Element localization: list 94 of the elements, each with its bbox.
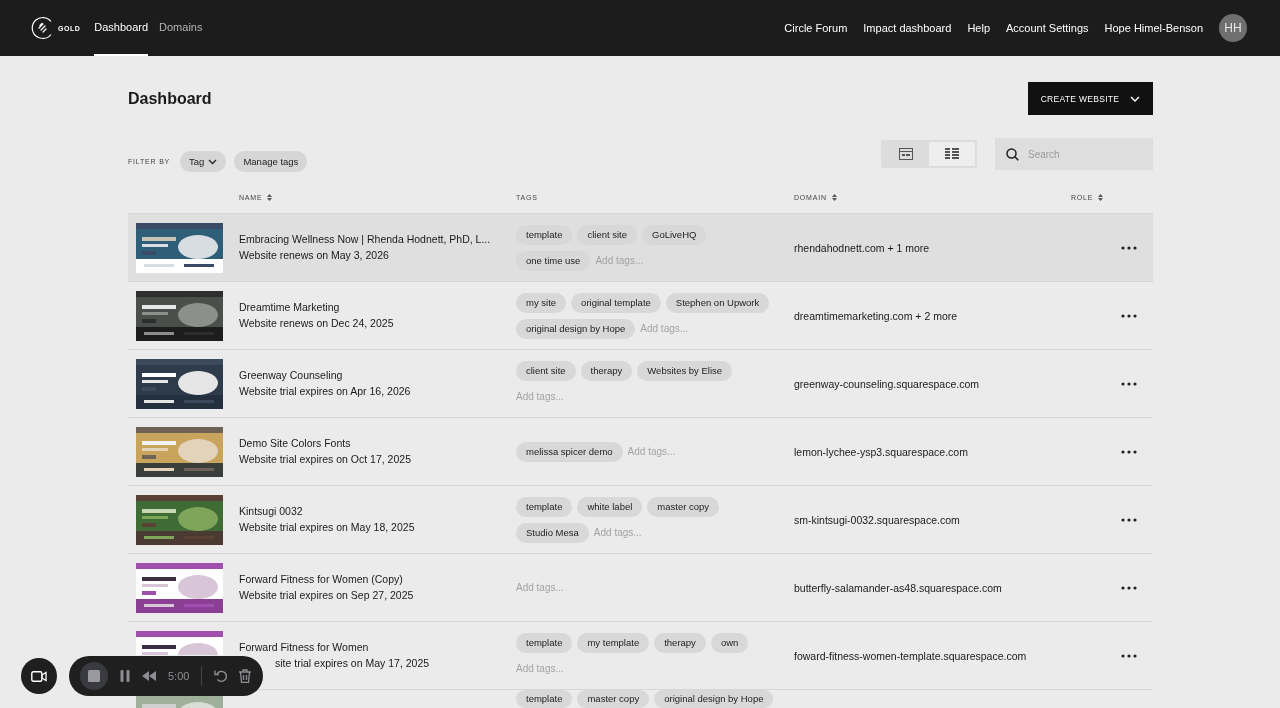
tag-chip[interactable]: template <box>516 690 573 708</box>
tag-chip[interactable]: my template <box>577 632 650 653</box>
more-icon[interactable] <box>1121 449 1137 454</box>
tag-chip[interactable]: original design by Hope <box>654 690 774 708</box>
site-name[interactable]: Demo Site Colors Fonts <box>239 435 516 451</box>
avatar[interactable]: HH <box>1219 14 1247 42</box>
add-tags-field[interactable]: Add tags... <box>640 318 697 339</box>
table-row[interactable]: Demo Site Colors Fonts Website trial expires on Oct 17, 2025 melissa spicer demo Add tags... lemon-lychee-ysp3.squarespace.com <box>128 418 1153 486</box>
site-name[interactable]: Dreamtime Marketing <box>239 299 516 315</box>
add-tags-field[interactable]: Add tags... <box>627 441 684 462</box>
site-name[interactable]: Embracing Wellness Now | Rhenda Hodnett, PhD, L... <box>239 231 516 247</box>
trash-icon[interactable] <box>239 669 252 683</box>
tag-chip[interactable]: Websites by Elise <box>637 360 733 381</box>
user-name[interactable]: Hope Himel-Benson <box>1104 22 1203 34</box>
tag-chip[interactable]: Studio Mesa <box>516 522 589 543</box>
tag-chip[interactable]: my site <box>516 292 567 313</box>
site-name[interactable]: Forward Fitness for Women (Copy) <box>239 571 516 587</box>
tag-chip[interactable]: client site <box>577 224 638 245</box>
more-icon[interactable] <box>1121 585 1137 590</box>
table-row[interactable]: Greenway Counseling Website trial expires on Apr 16, 2026 client site therapy Websites by Elise Add tags... greenway-counseling.squarespace.com <box>128 350 1153 418</box>
list-layout-icon <box>945 148 959 160</box>
site-name[interactable]: Forward Fitness for Women <box>239 639 516 655</box>
site-name[interactable]: Greenway Counseling <box>239 367 516 383</box>
manage-tags-button[interactable]: Manage tags <box>234 151 308 172</box>
tag-dropdown[interactable]: Tag <box>180 151 227 172</box>
domain-text: lemon-lychee-ysp3.squarespace.com <box>794 445 968 458</box>
tag-chip[interactable]: original design by Hope <box>516 318 636 339</box>
add-tags-field[interactable]: Add tags... <box>516 386 572 407</box>
table-row[interactable]: Embracing Wellness Now | Rhenda Hodnett, PhD, L... Website renews on May 3, 2026 template client site GoLiveHQ one time use Add tags... rhendahodnett.com + 1 more <box>128 214 1153 282</box>
site-status: Website trial expires on Apr 16, 2026 <box>239 385 411 397</box>
more-icon[interactable] <box>1121 381 1137 386</box>
tag-chip[interactable]: white label <box>577 496 643 517</box>
pause-icon[interactable] <box>120 670 130 682</box>
create-website-button[interactable]: CREATE WEBSITE <box>1028 82 1153 115</box>
domain-text: greenway-counseling.squarespace.com <box>794 377 980 390</box>
video-camera-icon <box>31 670 47 682</box>
caret-icon <box>208 158 218 165</box>
tag-chip[interactable]: melissa spicer demo <box>516 441 623 462</box>
add-tags-field[interactable]: Add tags... <box>593 522 650 543</box>
tag-chip[interactable]: one time use <box>516 250 591 271</box>
domain-text: dreamtimemarketing.com + 2 more <box>794 309 958 322</box>
site-status: site trial expires on May 17, 2025 <box>274 657 430 669</box>
nav-link[interactable]: Impact dashboard <box>863 22 952 34</box>
nav-link[interactable]: Circle Forum <box>784 22 848 34</box>
tag-chip[interactable]: master copy <box>647 496 720 517</box>
add-tags-field[interactable]: Add tags... <box>595 250 652 271</box>
site-name[interactable]: Kintsugi 0032 <box>239 503 516 519</box>
site-status: Website trial expires on May 18, 2025 <box>239 521 415 533</box>
more-icon[interactable] <box>1121 245 1137 250</box>
tag-chip[interactable]: template <box>516 496 573 517</box>
site-status: Website renews on Dec 24, 2025 <box>239 317 394 329</box>
stop-icon <box>88 670 100 682</box>
more-icon[interactable] <box>1121 653 1137 658</box>
page-title: Dashboard <box>128 89 212 108</box>
nav-link[interactable]: Account Settings <box>1006 22 1089 34</box>
site-status: Website trial expires on Oct 17, 2025 <box>239 453 411 465</box>
tag-chip[interactable]: own <box>710 632 749 653</box>
domain-text: sm-kintsugi-0032.squarespace.com <box>794 513 960 526</box>
table-row[interactable]: Dreamtime Marketing Website renews on Dec 24, 2025 my site original template Stephen on Upwork original design by Hope Add tags... dreamtimemarketing.com + 2 more <box>128 282 1153 350</box>
stop-button[interactable] <box>80 662 108 690</box>
caret-icon <box>1130 95 1141 102</box>
more-icon[interactable] <box>1121 313 1137 318</box>
site-status: Website renews on May 3, 2026 <box>239 249 389 261</box>
table-row[interactable]: Forward Fitness for Women (Copy) Website trial expires on Sep 27, 2025 Add tags... butterfly-salamander-as48.squarespace.com <box>128 554 1153 622</box>
nav-tab[interactable]: Dashboard <box>94 0 149 56</box>
sort-icon[interactable] <box>831 194 837 201</box>
tag-chip[interactable]: GoLiveHQ <box>642 224 707 245</box>
add-tags-field[interactable]: Add tags... <box>516 658 572 679</box>
tag-chip[interactable]: template <box>516 632 573 653</box>
domain-text: rhendahodnett.com + 1 more <box>794 241 930 254</box>
sort-icon[interactable] <box>1098 194 1104 201</box>
nav-tab[interactable]: Domains <box>159 0 203 56</box>
nav-link[interactable]: Help <box>967 22 990 34</box>
timer-text: 5:00 <box>168 670 190 682</box>
tag-chip[interactable]: master copy <box>577 690 650 708</box>
camera-button[interactable] <box>21 658 57 694</box>
table-row[interactable]: Kintsugi 0032 Website trial expires on May 18, 2025 template white label master copy Studio Mesa Add tags... sm-kintsugi-0032.squarespace.com <box>128 486 1153 554</box>
tag-chip[interactable]: client site <box>516 360 576 381</box>
search-field[interactable]: Search <box>995 138 1153 170</box>
tag-chip[interactable]: therapy <box>580 360 633 381</box>
list-view-button[interactable] <box>929 142 975 166</box>
restart-icon[interactable] <box>214 669 228 683</box>
more-icon[interactable] <box>1121 517 1137 522</box>
tag-chip[interactable]: Stephen on Upwork <box>665 292 770 313</box>
tag-chip[interactable]: therapy <box>654 632 706 653</box>
add-tags-field[interactable]: Add tags... <box>516 577 572 598</box>
card-layout-icon <box>899 148 913 160</box>
tag-chip[interactable]: original template <box>571 292 661 313</box>
sort-icon[interactable] <box>267 194 273 201</box>
domain-text: butterfly-salamander-as48.squarespace.com <box>794 581 1002 594</box>
domain-text: foward-fitness-women-template.squarespace.com <box>794 649 1027 662</box>
rewind-icon[interactable] <box>142 671 156 681</box>
site-status: Website trial expires on Sep 27, 2025 <box>239 589 414 601</box>
tag-chip[interactable]: template <box>516 224 573 245</box>
